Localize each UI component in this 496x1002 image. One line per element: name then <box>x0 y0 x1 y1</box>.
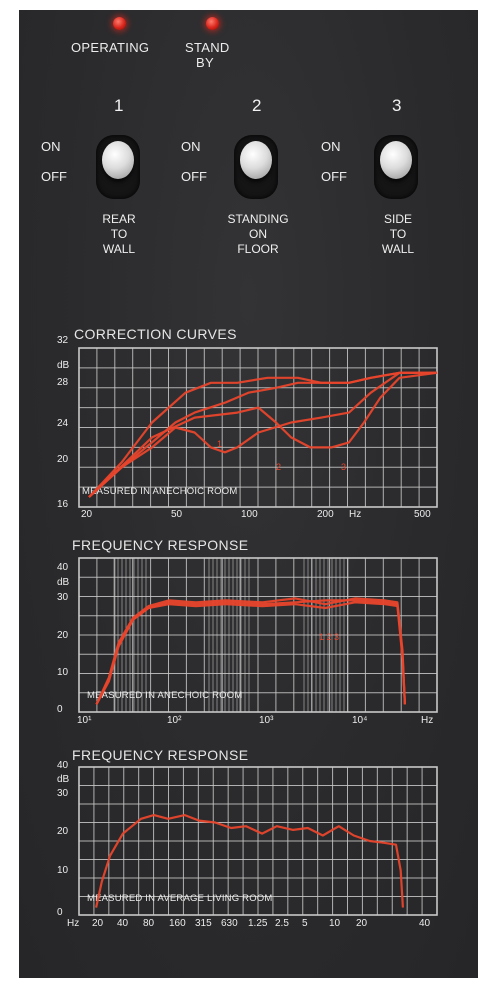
measurement-note: MEASURED IN AVERAGE LIVING ROOM <box>87 893 273 904</box>
x-tick-label: 80 <box>143 918 155 929</box>
figure-frame: OPERATING STAND BY 1 ON OFF REAR TO WALL… <box>0 0 496 1002</box>
x-tick-label: 100 <box>241 509 258 520</box>
x-tick-label: 40 <box>117 918 129 929</box>
y-tick-label: dB <box>57 360 70 371</box>
curve-label: 1 2 3 <box>319 632 339 642</box>
x-tick-label: 5 <box>302 918 308 929</box>
x-tick-label: 20 <box>81 509 93 520</box>
x-tick-label: 160 <box>169 918 186 929</box>
chart-3: Hz 20 40 80 160 315 630 1.25 2.5 5 10 20 40 40 dB 30 20 1… <box>57 760 438 929</box>
x-tick-label: 10² <box>167 715 182 726</box>
correction-curves-chart: 20 50 100 200 Hz 50032dB28242016MEASURED IN A… <box>57 335 438 929</box>
control-panel: OPERATING STAND BY 1 ON OFF REAR TO WALL… <box>19 10 478 978</box>
x-tick-label: 200 <box>317 509 334 520</box>
y-tick-label: 10 <box>57 865 69 876</box>
y-tick-label: 32 <box>57 335 69 346</box>
chart-2: 10¹ 10² 10³ 10⁴ Hz 40 dB 30 20 10 0 MEASURED IN ANE… <box>57 557 438 726</box>
curve-label: 2 <box>276 462 281 472</box>
measurement-note: MEASURED IN ANECHOIC ROOM <box>87 690 242 701</box>
y-tick-label: 20 <box>57 826 69 837</box>
x-tick-label: 40 <box>419 918 431 929</box>
x-tick-label: 500 <box>414 509 431 520</box>
x-tick-label: 20 <box>92 918 104 929</box>
y-tick-label: 24 <box>57 418 69 429</box>
y-tick-label: 28 <box>57 377 69 388</box>
x-tick-label: 630 <box>221 918 238 929</box>
y-tick-label: 10 <box>57 667 69 678</box>
x-tick-label: 315 <box>195 918 212 929</box>
y-tick-label: 20 <box>57 454 69 465</box>
x-tick-label: 10 <box>329 918 341 929</box>
x-tick-label: 10⁴ <box>352 715 367 726</box>
y-tick-label: 30 <box>57 592 69 603</box>
series-line <box>95 601 406 705</box>
y-tick-label: 0 <box>57 704 63 715</box>
y-tick-label: dB <box>57 774 70 785</box>
x-tick-label: 10¹ <box>77 715 92 726</box>
x-tick-label: 2.5 <box>275 918 289 929</box>
y-tick-label: 0 <box>57 907 63 918</box>
y-tick-label: 40 <box>57 562 69 573</box>
series-line <box>88 371 437 498</box>
x-tick-label: Hz <box>349 509 361 520</box>
y-tick-label: 30 <box>57 788 69 799</box>
y-tick-label: 20 <box>57 630 69 641</box>
chart-1: 20 50 100 200 Hz 50032dB28242016MEASURED IN A… <box>57 335 438 520</box>
y-tick-label: 16 <box>57 499 69 510</box>
x-tick-label: Hz <box>421 715 433 726</box>
x-tick-label: 10³ <box>259 715 274 726</box>
curve-label: 1 <box>217 439 222 449</box>
y-tick-label: 40 <box>57 760 69 771</box>
x-tick-label: 50 <box>171 509 183 520</box>
y-tick-label: dB <box>57 577 70 588</box>
curve-label: 3 <box>341 462 346 472</box>
series-line <box>95 597 406 705</box>
x-tick-label: 20 <box>356 918 368 929</box>
x-tick-label: Hz <box>67 918 79 929</box>
x-tick-label: 1.25 <box>248 918 268 929</box>
measurement-note: MEASURED IN ANECHOIC ROOM <box>82 486 237 497</box>
